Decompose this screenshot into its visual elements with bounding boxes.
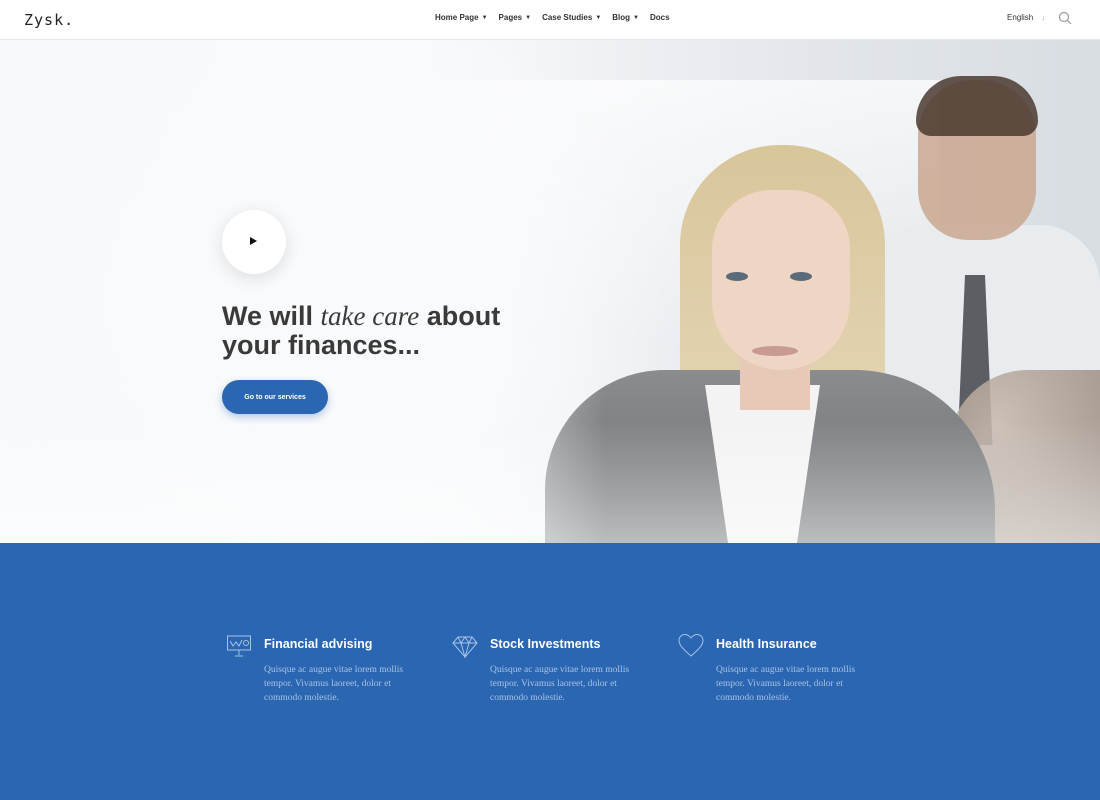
diamond-icon — [452, 636, 478, 659]
nav-label: Pages — [498, 13, 523, 22]
headline-part2: about — [426, 301, 501, 331]
service-title: Financial advising — [264, 637, 373, 651]
service-title: Health Insurance — [716, 637, 817, 651]
headline-part1: We will — [222, 301, 314, 331]
nav-label: Home Page — [435, 13, 479, 22]
nav-label: Blog — [612, 13, 631, 22]
language-label: English — [1007, 13, 1034, 22]
chevron-down-icon: ▼ — [633, 14, 639, 21]
search-icon[interactable] — [1058, 11, 1072, 25]
heart-icon — [678, 633, 704, 657]
play-video-button[interactable] — [222, 210, 286, 274]
nav-item-pages[interactable]: Pages ▼ — [499, 13, 532, 22]
arrow-down-icon: ↓ — [1041, 13, 1046, 22]
nav-item-case-studies[interactable]: Case Studies ▼ — [542, 13, 601, 22]
go-to-services-button[interactable]: Go to our services — [222, 380, 328, 414]
site-header: Zysk. Home Page ▼ Pages ▼ Case Studies ▼… — [0, 0, 1100, 40]
headline-line2: your finances... — [222, 330, 421, 360]
hero-bottom-overlay — [0, 420, 1100, 543]
main-nav: Home Page ▼ Pages ▼ Case Studies ▼ Blog … — [435, 13, 681, 22]
nav-item-blog[interactable]: Blog ▼ — [612, 13, 639, 22]
service-description: Quisque ac augue vitae lorem mollis temp… — [490, 665, 630, 703]
service-description: Quisque ac augue vitae lorem mollis temp… — [716, 665, 856, 703]
language-selector[interactable]: English ↓ — [1007, 13, 1045, 22]
presentation-chart-icon — [227, 635, 251, 657]
chevron-down-icon: ▼ — [595, 14, 602, 21]
chevron-down-icon: ▼ — [481, 14, 488, 21]
site-logo[interactable]: Zysk. — [24, 11, 74, 29]
headline-italic: take care — [320, 301, 420, 331]
play-icon — [250, 237, 257, 245]
service-title: Stock Investments — [490, 637, 601, 651]
nav-label: Case Studies — [542, 13, 593, 22]
nav-label: Docs — [650, 13, 670, 22]
nav-item-home-page[interactable]: Home Page ▼ — [435, 13, 488, 22]
hero-headline: We will take care about your finances... — [222, 302, 542, 360]
chevron-down-icon: ▼ — [525, 14, 532, 21]
service-description: Quisque ac augue vitae lorem mollis temp… — [264, 665, 404, 703]
nav-item-docs[interactable]: Docs — [650, 13, 670, 22]
hero-section: We will take care about your finances...… — [0, 40, 1100, 543]
services-section: Financial advising Quisque ac augue vita… — [0, 543, 1100, 800]
